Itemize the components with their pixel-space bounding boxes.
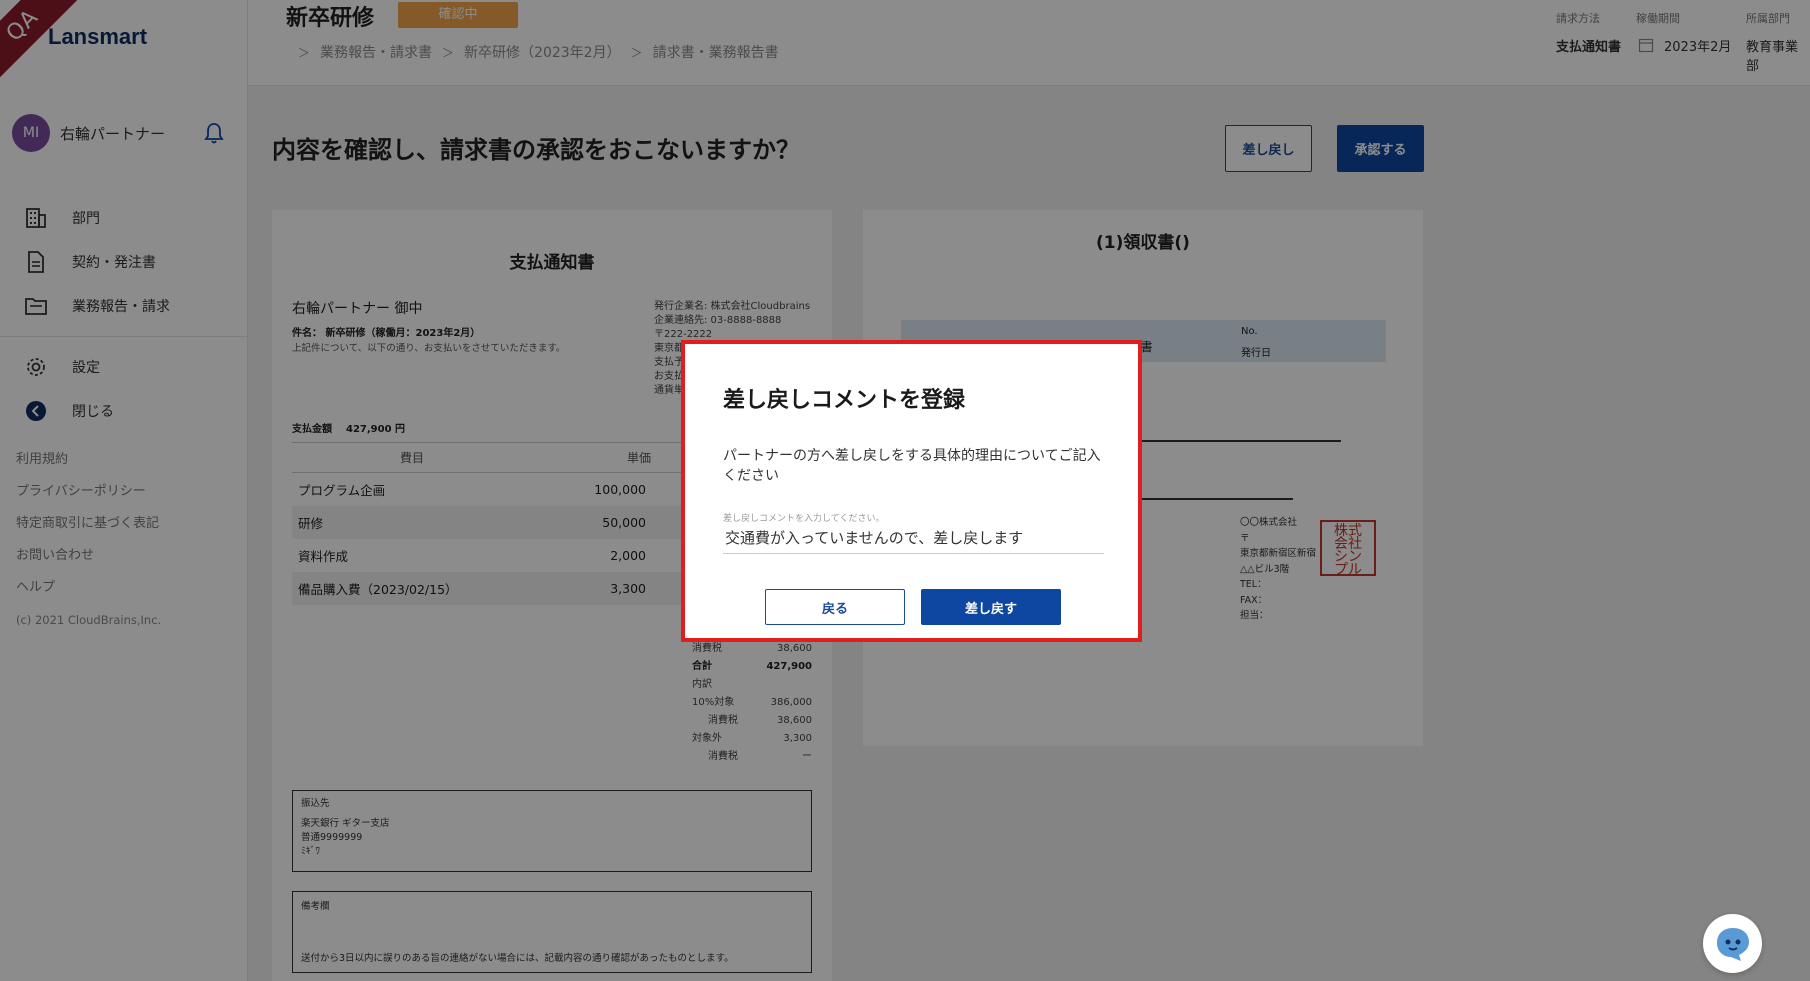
back-button[interactable]: 戻る xyxy=(765,589,905,625)
modal-description: パートナーの方へ差し戻しをする具体的理由についてご記入ください xyxy=(723,448,1101,484)
submit-return-button[interactable]: 差し戻す xyxy=(921,589,1061,625)
modal-title: 差し戻しコメントを登録 xyxy=(723,388,966,413)
return-comment-modal: 差し戻しコメントを登録 パートナーの方へ差し戻しをする具体的理由についてご記入く… xyxy=(681,340,1142,642)
return-comment-input[interactable] xyxy=(723,522,1104,554)
chat-widget-button[interactable] xyxy=(1703,914,1762,973)
chat-bot-icon xyxy=(1716,927,1749,961)
